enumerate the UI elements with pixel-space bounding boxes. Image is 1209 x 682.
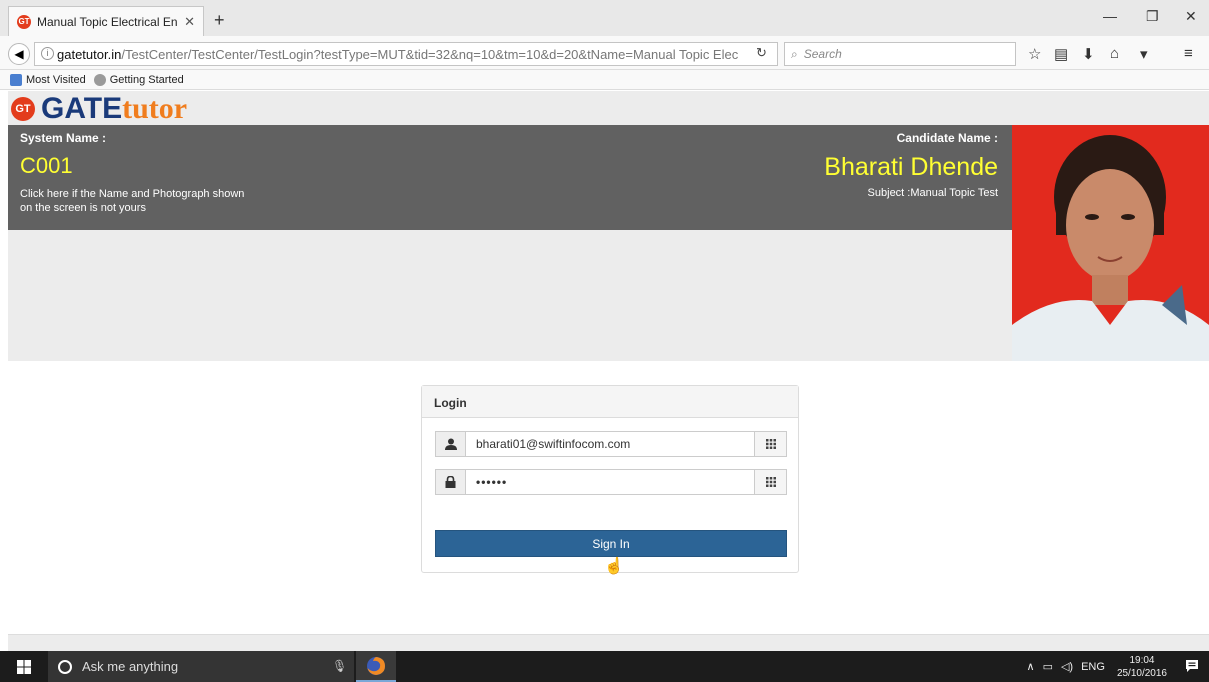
cortana-search[interactable]: Ask me anything <box>48 651 354 682</box>
browser-tab[interactable]: GT Manual Topic Electrical En... ✕ <box>8 6 204 36</box>
browser-tabbar: GT Manual Topic Electrical En... ✕ + — ❐… <box>0 0 1209 36</box>
gt-logo-icon: GT <box>11 97 35 121</box>
restore-icon[interactable]: ❐ <box>1146 8 1159 25</box>
logo-tutor-text: tutor <box>122 92 188 125</box>
cortana-placeholder: Ask me anything <box>82 659 179 674</box>
close-tab-icon[interactable]: ✕ <box>184 14 195 30</box>
system-tray: ∧ ▭ ◁) ENG 19:04 25/10/2016 <box>1027 651 1168 682</box>
lock-icon <box>436 470 466 494</box>
password-input[interactable] <box>466 470 754 494</box>
clock-time: 19:04 <box>1129 654 1155 666</box>
pocket-icon[interactable]: ▾ <box>1140 45 1148 63</box>
close-window-icon[interactable]: ✕ <box>1185 8 1197 25</box>
cortana-icon <box>58 659 72 674</box>
logo-row: GT GATEtutor <box>8 91 1209 125</box>
browser-navbar: ◀ i gatetutor.in/TestCenter/TestCenter/T… <box>0 36 1209 70</box>
notification-icon[interactable] <box>1185 659 1199 676</box>
system-name-value: C001 <box>20 153 73 178</box>
reload-icon[interactable]: ↻ <box>756 45 767 61</box>
login-panel: Login Sign In ☝ <box>421 385 799 575</box>
info-icon[interactable]: i <box>41 47 54 60</box>
firefox-taskbar-button[interactable] <box>356 651 396 682</box>
clock[interactable]: 19:04 25/10/2016 <box>1117 654 1167 680</box>
download-icon[interactable]: ⬇ <box>1082 45 1095 63</box>
candidate-name-label: Candidate Name : <box>896 131 998 145</box>
page-footer-band <box>8 634 1209 651</box>
microphone-icon[interactable]: 🎙 <box>332 659 347 673</box>
volume-icon[interactable]: ◁) <box>1061 660 1073 673</box>
bookmark-label: Most Visited <box>26 73 86 86</box>
tab-title: Manual Topic Electrical En... <box>37 14 179 29</box>
firefox-icon <box>367 656 385 675</box>
bookmark-label: Getting Started <box>109 73 184 86</box>
login-panel-title: Login <box>422 386 798 418</box>
screen: GT Manual Topic Electrical En... ✕ + — ❐… <box>0 0 1209 682</box>
bookmark-star-icon[interactable]: ☆ <box>1028 45 1041 63</box>
logo-gate-text: GATE <box>41 92 123 125</box>
bookmark-getting-started[interactable]: Getting Started <box>93 73 184 86</box>
home-icon[interactable]: ⌂ <box>1110 45 1119 62</box>
windows-logo-icon <box>17 659 31 674</box>
search-bar[interactable]: ⌕ Search <box>784 42 1016 66</box>
new-tab-icon[interactable]: + <box>214 10 225 31</box>
system-name-label: System Name : <box>20 131 107 145</box>
gatetutor-logo: GATEtutor <box>41 92 187 126</box>
url-host: gatetutor.in <box>57 46 122 62</box>
gatetutor-favicon-icon: GT <box>17 14 31 29</box>
url-path: /TestCenter/TestCenter/TestLogin?testTyp… <box>121 46 739 62</box>
back-button[interactable]: ◀ <box>8 43 30 65</box>
clock-date: 25/10/2016 <box>1116 667 1167 679</box>
candidate-header: System Name : C001 Click here if the Nam… <box>8 125 1012 230</box>
username-group <box>435 431 787 457</box>
url-bar[interactable]: i gatetutor.in/TestCenter/TestCenter/Tes… <box>34 42 778 66</box>
reading-list-icon[interactable]: ▤ <box>1054 45 1068 63</box>
keypad-icon[interactable] <box>754 470 786 494</box>
candidate-name-value: Bharati Dhende <box>824 153 998 181</box>
back-arrow-icon: ◀ <box>14 47 24 61</box>
taskbar: Ask me anything 🎙 ∧ ▭ ◁) ENG 19:04 25/10… <box>0 651 1209 682</box>
not-yours-link[interactable]: Click here if the Name and Photograph sh… <box>20 187 250 215</box>
bookmark-most-visited[interactable]: Most Visited <box>10 73 86 86</box>
minimize-icon[interactable]: — <box>1103 8 1117 24</box>
network-icon[interactable]: ▭ <box>1043 660 1053 673</box>
most-visited-icon <box>10 73 22 86</box>
password-group <box>435 469 787 495</box>
start-button[interactable] <box>0 651 48 682</box>
candidate-photo <box>1012 125 1209 361</box>
tray-chevron-icon[interactable]: ∧ <box>1027 660 1035 673</box>
getting-started-icon <box>93 73 106 86</box>
menu-icon[interactable]: ≡ <box>1184 45 1193 62</box>
page-content: GT GATEtutor System Name : C001 Click he… <box>8 91 1209 651</box>
header-band <box>8 230 1012 361</box>
username-input[interactable] <box>466 432 754 456</box>
language-indicator[interactable]: ENG <box>1081 661 1105 673</box>
bookmarks-toolbar: Most Visited Getting Started <box>0 70 1209 90</box>
search-placeholder: Search <box>803 47 842 61</box>
subject-label: Subject :Manual Topic Test <box>867 187 998 199</box>
search-icon: ⌕ <box>791 46 798 61</box>
keypad-icon[interactable] <box>754 432 786 456</box>
user-icon <box>436 432 466 456</box>
hand-cursor-icon: ☝ <box>604 558 624 575</box>
candidate-photo-image <box>1012 125 1209 361</box>
sign-in-button[interactable]: Sign In <box>435 530 787 557</box>
